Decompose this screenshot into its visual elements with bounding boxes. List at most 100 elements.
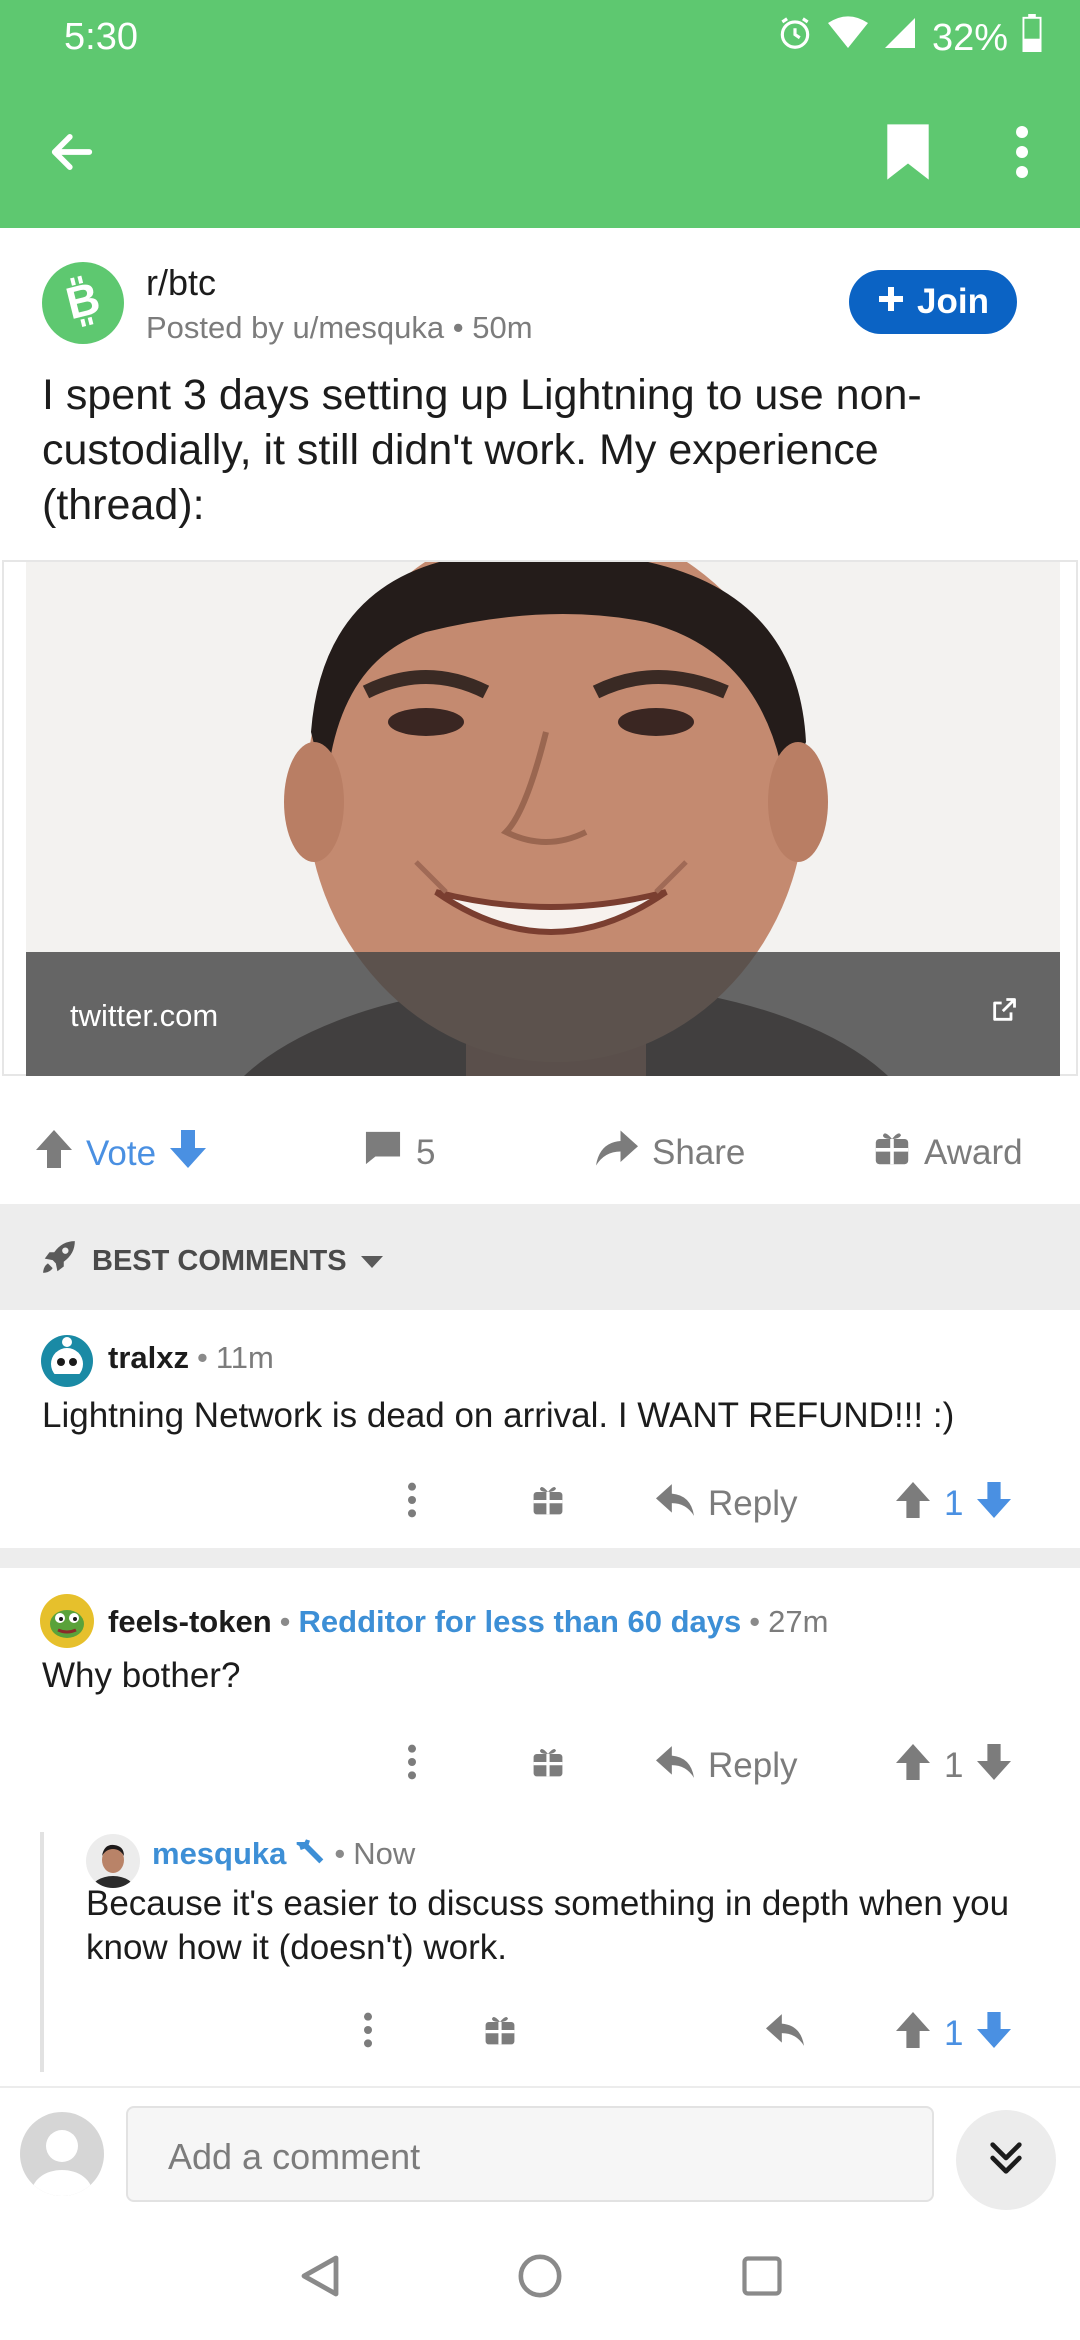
gift-icon [532, 1484, 564, 1525]
reply-button[interactable]: Reply [656, 1474, 797, 1534]
wifi-icon [827, 15, 868, 61]
comment-actions: 1 [44, 2004, 1080, 2064]
double-chevron-down-icon [986, 2138, 1026, 2183]
comment-more-button[interactable] [364, 2004, 372, 2064]
comment-more-button[interactable] [408, 1736, 416, 1796]
subreddit-avatar[interactable]: B [42, 262, 124, 344]
comment-age: 27m [768, 1604, 829, 1639]
system-nav-bar [0, 2218, 1080, 2340]
user-flair: Redditor for less than 60 days [298, 1604, 742, 1639]
comment-award-button[interactable] [532, 1736, 564, 1796]
nav-home-button[interactable] [510, 2248, 570, 2308]
subreddit-name[interactable]: r/btc [146, 262, 216, 304]
circle-home-icon [517, 2253, 563, 2304]
comment-actions: Reply 1 [0, 1474, 1080, 1534]
comment-author[interactable]: tralxz [108, 1340, 189, 1376]
comment-vote-control: 1 [896, 2004, 1012, 2064]
join-button[interactable]: Join [849, 270, 1017, 334]
award-button[interactable]: Award [874, 1130, 1023, 1175]
comment-vote-control: 1 [896, 1736, 1012, 1796]
comment-author[interactable]: mesquka [152, 1836, 286, 1872]
post-meta: Posted by u/mesquka • 50m [146, 310, 533, 345]
comment-meta: feels-token • Redditor for less than 60 … [108, 1604, 829, 1640]
bookmark-button[interactable] [870, 116, 946, 192]
link-preview-card[interactable]: twitter.com [2, 560, 1078, 1076]
post-age: 50m [472, 310, 533, 345]
comment-item: tralxz • 11m Lightning Network is dead o… [0, 1310, 1080, 1548]
reply-button[interactable] [766, 2004, 804, 2064]
comment-more-button[interactable] [408, 1474, 416, 1534]
join-label: Join [917, 282, 989, 321]
reply-button[interactable]: Reply [656, 1736, 797, 1796]
vote-label: Vote [86, 1133, 157, 1173]
kebab-menu-icon [408, 1482, 416, 1527]
share-label: Share [652, 1132, 746, 1172]
comment-score: 1 [944, 1484, 964, 1523]
gift-icon [532, 1746, 564, 1787]
avatar[interactable] [40, 1334, 94, 1388]
share-button[interactable]: Share [596, 1130, 745, 1175]
signal-icon [882, 15, 918, 61]
sort-label: BEST COMMENTS [92, 1244, 347, 1277]
comment-body: Why bother? [42, 1656, 241, 1695]
reply-arrow-icon [656, 1745, 694, 1787]
comment-count: 5 [416, 1132, 436, 1172]
nav-recents-button[interactable] [732, 2248, 792, 2308]
reply-arrow-icon [656, 1483, 694, 1525]
comment-meta: mesquka • Now [152, 1836, 416, 1872]
downvote-icon[interactable] [977, 1481, 1012, 1527]
nav-back-button[interactable] [290, 2248, 350, 2308]
post-title[interactable]: I spent 3 days setting up Lightning to u… [42, 368, 1042, 533]
upvote-icon[interactable] [896, 1743, 930, 1789]
app-toolbar [0, 80, 1080, 228]
kebab-menu-icon [364, 2012, 372, 2057]
gift-icon [874, 1130, 910, 1175]
downvote-icon[interactable] [170, 1130, 207, 1177]
square-recents-icon [741, 2255, 783, 2302]
comment-sort-bar[interactable]: BEST COMMENTS [0, 1204, 1080, 1310]
post-author[interactable]: Posted by u/mesquka [146, 310, 444, 345]
comment-age: Now [353, 1836, 416, 1871]
avatar[interactable] [86, 1834, 140, 1888]
upvote-icon[interactable] [896, 1481, 930, 1527]
comment-award-button[interactable] [532, 1474, 564, 1534]
back-button[interactable] [34, 116, 110, 192]
add-comment-input[interactable]: Add a comment [126, 2106, 934, 2202]
share-arrow-icon [596, 1130, 638, 1175]
external-link-icon [990, 996, 1018, 1029]
rocket-icon [40, 1238, 78, 1284]
op-wrench-icon [294, 1836, 326, 1872]
status-bar: 5:30 32% [0, 0, 1080, 80]
comment-author[interactable]: feels-token [108, 1604, 272, 1640]
triangle-back-icon [300, 2254, 340, 2303]
award-label: Award [924, 1132, 1023, 1172]
link-domain: twitter.com [70, 998, 219, 1033]
comment-award-button[interactable] [484, 2004, 516, 2064]
comment-vote-control: 1 [896, 1474, 1012, 1534]
upvote-icon[interactable] [36, 1130, 72, 1177]
gift-icon [484, 2014, 516, 2055]
comment-item-nested: mesquka • Now Because it's easier to dis… [44, 1830, 1080, 2082]
more-options-button[interactable] [984, 116, 1060, 192]
current-user-avatar[interactable] [20, 2112, 104, 2196]
reply-arrow-icon [766, 2013, 804, 2055]
reply-label: Reply [708, 1484, 798, 1523]
comment-divider [0, 1548, 1080, 1568]
plus-icon [877, 282, 905, 322]
reply-label: Reply [708, 1746, 798, 1785]
downvote-icon[interactable] [977, 2011, 1012, 2057]
comment-item: feels-token • Redditor for less than 60 … [0, 1568, 1080, 1830]
status-time: 5:30 [64, 16, 138, 58]
battery-icon [1022, 14, 1042, 62]
chevron-down-icon [360, 1245, 383, 1278]
alarm-icon [776, 14, 814, 62]
bookmark-icon [885, 123, 931, 185]
comment-body: Because it's easier to discuss something… [86, 1884, 1010, 1967]
downvote-icon[interactable] [977, 1743, 1012, 1789]
upvote-icon[interactable] [896, 2011, 930, 2057]
avatar[interactable] [40, 1594, 94, 1648]
comments-button[interactable]: 5 [364, 1130, 435, 1175]
comment-composer: Add a comment [0, 2086, 1080, 2218]
vote-control: Vote [36, 1130, 207, 1177]
jump-to-next-button[interactable] [956, 2110, 1056, 2210]
